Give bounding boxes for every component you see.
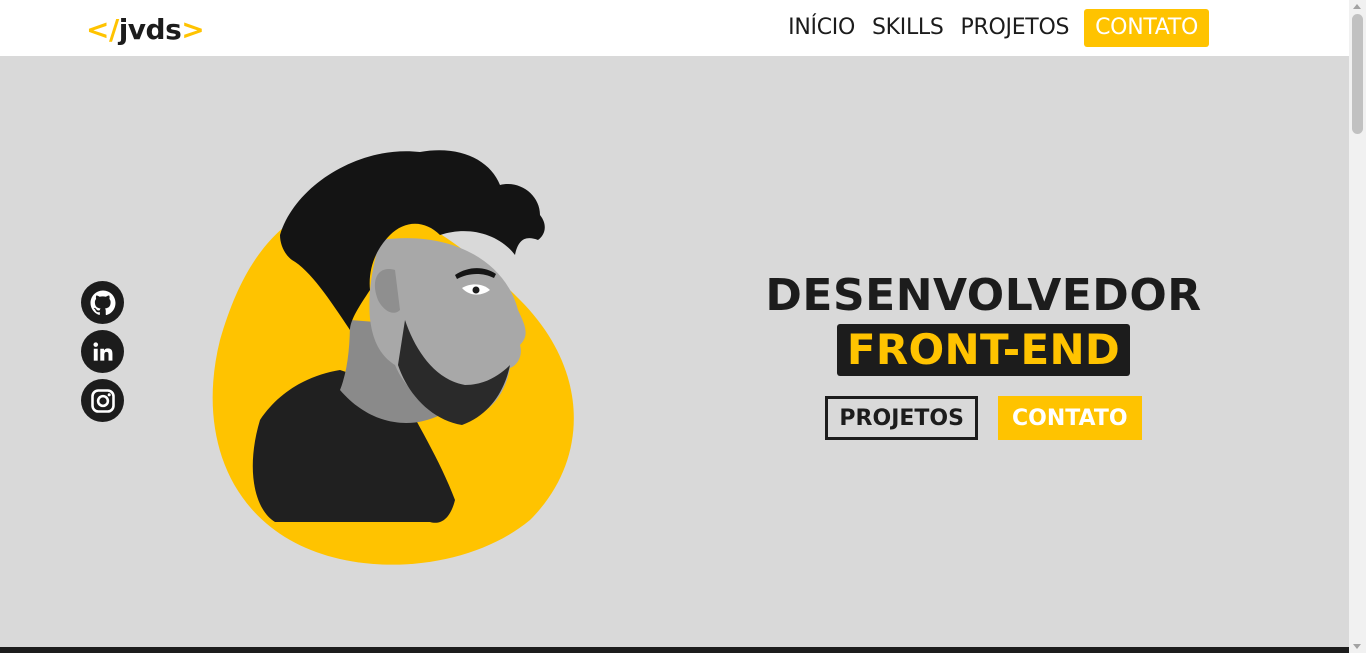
site-header: </jvds> INÍCIO SKILLS PROJETOS CONTATO: [0, 0, 1349, 56]
instagram-link[interactable]: [81, 379, 124, 422]
avatar-illustration: [212, 150, 574, 565]
linkedin-icon: [92, 341, 112, 361]
nav-inicio[interactable]: INÍCIO: [788, 9, 855, 47]
page: </jvds> INÍCIO SKILLS PROJETOS CONTATO D…: [0, 0, 1366, 653]
hero-section: DESENVOLVEDOR FRONT-END PROJETOS CONTATO: [740, 270, 1227, 440]
logo-text: jvds: [118, 13, 182, 46]
hero-title: DESENVOLVEDOR: [765, 270, 1202, 321]
scroll-down-arrow-icon[interactable]: [1353, 644, 1361, 649]
hero-subtitle: FRONT-END: [836, 324, 1131, 376]
projects-button[interactable]: PROJETOS: [825, 396, 978, 440]
scrollbar-thumb[interactable]: [1352, 14, 1363, 134]
logo-bracket-close: >: [181, 13, 205, 46]
nav-projetos[interactable]: PROJETOS: [961, 9, 1070, 47]
contact-button[interactable]: CONTATO: [997, 396, 1142, 440]
scrollbar[interactable]: [1349, 0, 1366, 653]
github-icon: [90, 290, 116, 315]
hero-illustration: [200, 140, 600, 574]
hero-buttons: PROJETOS CONTATO: [740, 396, 1227, 440]
instagram-icon: [90, 388, 115, 413]
scroll-up-arrow-icon[interactable]: [1353, 4, 1361, 9]
github-link[interactable]: [81, 281, 124, 324]
logo-bracket-open: </: [86, 13, 119, 46]
nav-contato-button[interactable]: CONTATO: [1084, 9, 1209, 47]
section-divider: [0, 647, 1349, 653]
logo[interactable]: </jvds>: [86, 12, 205, 48]
main-nav: INÍCIO SKILLS PROJETOS CONTATO: [771, 9, 1209, 47]
social-links: [81, 281, 124, 428]
nav-skills[interactable]: SKILLS: [872, 9, 944, 47]
linkedin-link[interactable]: [81, 330, 124, 373]
